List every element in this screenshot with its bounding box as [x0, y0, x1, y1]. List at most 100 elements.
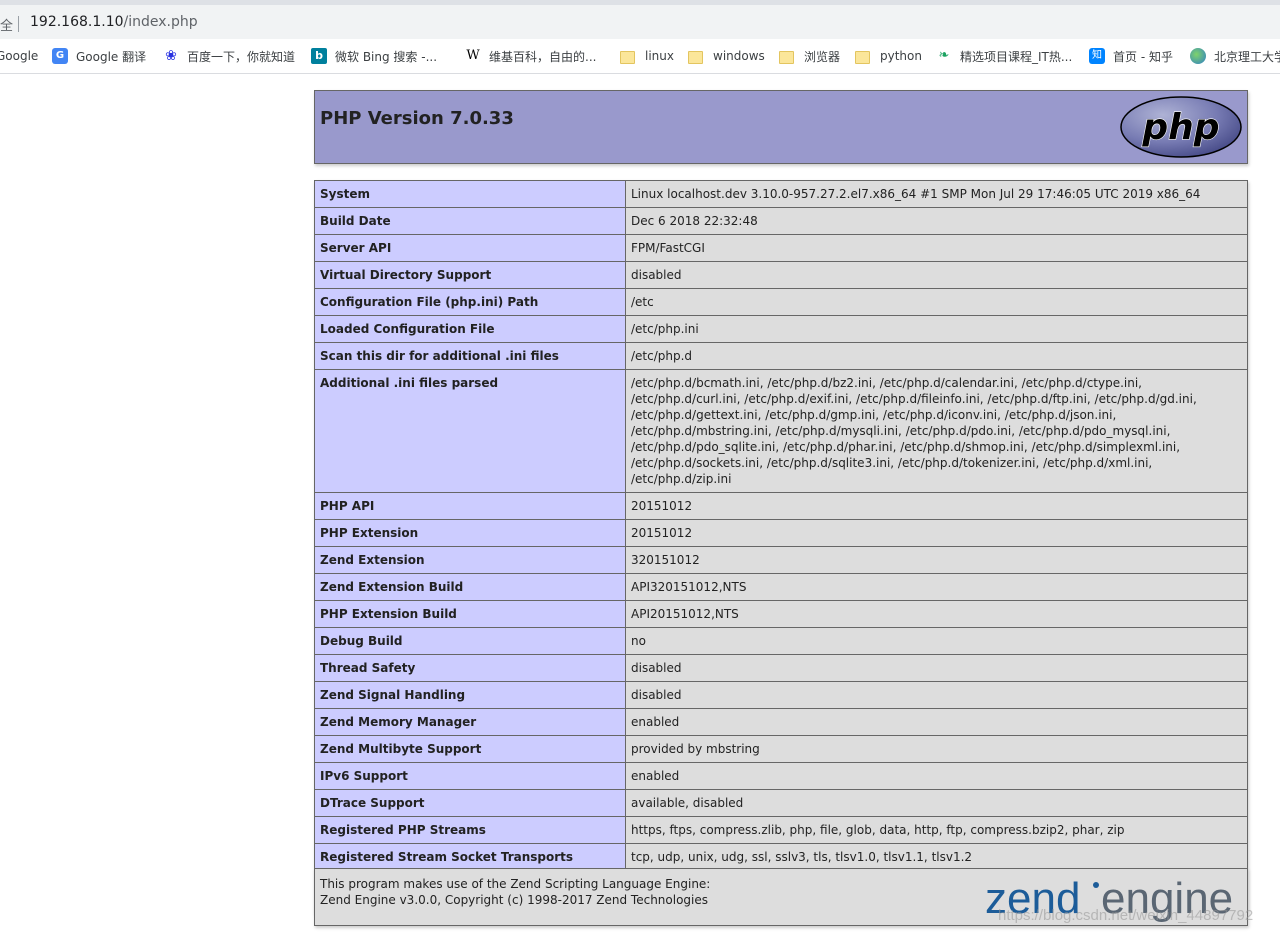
row-key: Virtual Directory Support	[314, 261, 626, 289]
bookmark-label: 精选项目课程_IT热...	[960, 49, 1073, 64]
bookmark-label: Google 翻译	[76, 49, 147, 64]
row-key: Server API	[314, 234, 626, 262]
bookmark-zhihu[interactable]: 知首页 - 知乎	[1089, 47, 1173, 65]
row-key: PHP Extension Build	[314, 600, 626, 628]
bookmark-folder-python[interactable]: python	[855, 47, 922, 65]
row-key: Zend Signal Handling	[314, 681, 626, 709]
row-value: available, disabled	[625, 789, 1248, 817]
table-row: Configuration File (php.ini) Path/etc	[314, 288, 1248, 316]
row-key: Loaded Configuration File	[314, 315, 626, 343]
row-key: System	[314, 180, 626, 208]
table-row: DTrace Support available, disabled	[314, 789, 1248, 817]
bookmark-bing[interactable]: b 微软 Bing 搜索 -...	[311, 47, 437, 65]
php-logo-text: php	[1141, 107, 1219, 148]
zhihu-icon: 知	[1089, 48, 1105, 64]
row-key: Zend Memory Manager	[314, 708, 626, 736]
row-value: 20151012	[625, 519, 1248, 547]
url-path: /index.php	[123, 14, 198, 30]
row-key: Debug Build	[314, 627, 626, 655]
row-key: Registered PHP Streams	[314, 816, 626, 844]
row-key: Scan this dir for additional .ini files	[314, 342, 626, 370]
table-row: Zend Multibyte Support provided by mbstri…	[314, 735, 1248, 763]
zend-engine-text: This program makes use of the Zend Scrip…	[320, 876, 710, 908]
bookmark-label: 微软 Bing 搜索 -...	[335, 49, 438, 64]
php-info-table: System Linux localhost.dev 3.10.0-957.27.…	[314, 180, 1248, 914]
row-value: provided by mbstring	[625, 735, 1248, 763]
address-bar[interactable]: 全 192.168.1.10/index.php	[0, 5, 1280, 39]
row-key: PHP API	[314, 492, 626, 520]
bookmark-folder-browser[interactable]: 浏览器	[779, 47, 840, 65]
folder-icon	[688, 50, 703, 64]
row-value: no	[625, 627, 1248, 655]
row-value: disabled	[625, 261, 1248, 289]
row-key: Build Date	[314, 207, 626, 235]
url-host: 192.168.1.10	[30, 14, 124, 30]
bookmark-label: 维基百科，自由的...	[489, 49, 597, 64]
bookmark-label: 北京理工大学	[1214, 49, 1280, 64]
bookmark-label: 百度一下，你就知道	[187, 49, 296, 64]
zend-engine-line-1: This program makes use of the Zend Scrip…	[320, 877, 711, 891]
row-value: disabled	[625, 681, 1248, 709]
php-logo-icon[interactable]: php	[1119, 95, 1243, 159]
row-value: enabled	[625, 762, 1248, 790]
row-key: Zend Extension	[314, 546, 626, 574]
row-value: /etc	[625, 288, 1248, 316]
row-value: disabled	[625, 654, 1248, 682]
row-value: tcp, udp, unix, udg, ssl, sslv3, tls, tl…	[625, 843, 1248, 871]
row-value: /etc/php.d	[625, 342, 1248, 370]
row-value: API320151012,NTS	[625, 573, 1248, 601]
bookmark-folder-linux[interactable]: linux	[620, 47, 674, 65]
bookmark-wikipedia[interactable]: W 维基百科，自由的...	[465, 47, 596, 65]
table-row: Server API FPM/FastCGI	[314, 234, 1248, 262]
table-row: Debug Build no	[314, 627, 1248, 655]
row-value: FPM/FastCGI	[625, 234, 1248, 262]
bing-icon: b	[311, 48, 327, 64]
row-key: IPv6 Support	[314, 762, 626, 790]
row-key: Configuration File (php.ini) Path	[314, 288, 626, 316]
bookmark-it-courses[interactable]: ❧ 精选项目课程_IT热...	[936, 47, 1073, 65]
table-row: IPv6 Support enabled	[314, 762, 1248, 790]
table-row: Scan this dir for additional .ini files /…	[314, 342, 1248, 370]
table-row: System Linux localhost.dev 3.10.0-957.27.…	[314, 180, 1248, 208]
row-value: Linux localhost.dev 3.10.0-957.27.2.el7.…	[625, 180, 1248, 208]
row-key: Zend Extension Build	[314, 573, 626, 601]
php-version-header: PHP Version 7.0.33 php	[314, 90, 1248, 164]
table-row: Loaded Configuration File/etc/php.ini	[314, 315, 1248, 343]
row-key: Additional .ini files parsed	[314, 369, 626, 493]
row-value: API20151012,NTS	[625, 600, 1248, 628]
table-row: Registered PHP Streams https, ftps, compr…	[314, 816, 1248, 844]
table-row: PHP Extension Build API20151012,NTS	[314, 600, 1248, 628]
bookmark-folder-windows[interactable]: windows	[688, 47, 765, 65]
zend-engine-line-2: Zend Engine v3.0.0, Copyright (c) 1998-2…	[320, 893, 709, 907]
folder-icon	[855, 50, 870, 64]
page-title: PHP Version 7.0.33	[320, 108, 514, 129]
row-value: 20151012	[625, 492, 1248, 520]
row-key: DTrace Support	[314, 789, 626, 817]
row-key: Thread Safety	[314, 654, 626, 682]
table-row: Zend Signal Handling disabled	[314, 681, 1248, 709]
bookmark-google[interactable]: Google	[0, 47, 38, 65]
table-row: Zend Extension 320151012	[314, 546, 1248, 574]
bookmark-label: 首页 - 知乎	[1113, 49, 1173, 64]
bookmark-baidu[interactable]: ❀ 百度一下，你就知道	[163, 47, 295, 65]
security-indicator[interactable]: 全	[0, 15, 13, 34]
row-value: /etc/php.d/bcmath.ini, /etc/php.d/bz2.in…	[625, 369, 1248, 493]
table-row: Registered Stream Socket Transports tcp, …	[314, 843, 1248, 871]
bookmark-label: Google	[0, 49, 39, 63]
url-text[interactable]: 192.168.1.10/index.php	[30, 14, 198, 30]
bookmark-label: python	[880, 49, 922, 63]
baidu-icon: ❀	[165, 48, 177, 64]
bookmarks-bar: Google G Google 翻译 ❀ 百度一下，你就知道 b 微软 Bing 搜索…	[0, 39, 1280, 74]
table-row: PHP API 20151012	[314, 492, 1248, 520]
table-row: Additional .ini files parsed/etc/php.d/b…	[314, 369, 1248, 493]
watermark: https://blog.csdn.net/weixin_44897792	[998, 907, 1254, 924]
bookmark-bit[interactable]: 北京理工大学	[1190, 47, 1280, 65]
bookmark-label: windows	[713, 49, 765, 63]
row-key: Registered Stream Socket Transports	[314, 843, 626, 871]
bookmark-label: 浏览器	[804, 49, 841, 64]
table-row: Thread Safety disabled	[314, 654, 1248, 682]
table-row: Zend Memory Manager enabled	[314, 708, 1248, 736]
row-value: Dec 6 2018 22:32:48	[625, 207, 1248, 235]
bookmark-google-translate[interactable]: G Google 翻译	[52, 47, 146, 65]
row-value: https, ftps, compress.zlib, php, file, g…	[625, 816, 1248, 844]
